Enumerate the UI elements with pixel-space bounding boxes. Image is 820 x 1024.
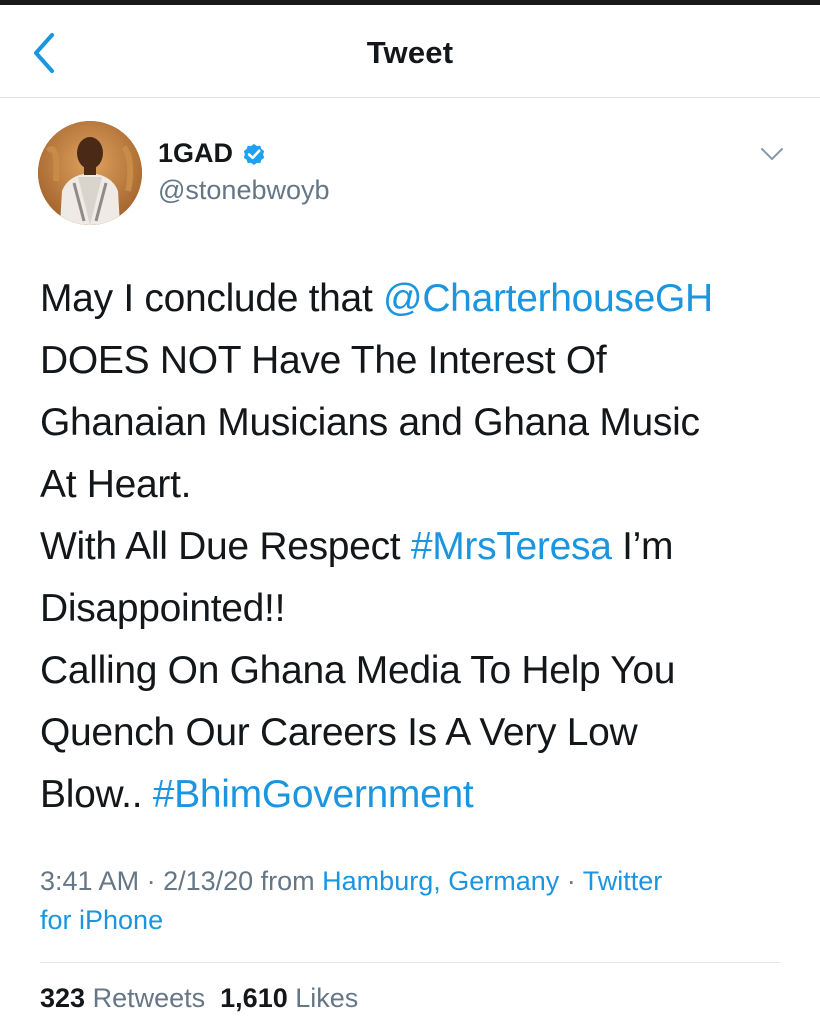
page-title: Tweet <box>366 35 454 70</box>
verified-badge-icon <box>243 143 265 165</box>
retweets-stat[interactable]: 323 Retweets <box>40 983 205 1013</box>
author-handle[interactable]: @stonebwoyb <box>158 175 330 206</box>
tweet-line: Blow.. #BhimGovernment <box>40 773 474 816</box>
likes-stat[interactable]: 1,610 Likes <box>220 983 358 1013</box>
tweet-line: Ghanaian Musicians and Ghana Music <box>40 401 700 444</box>
tweet-body: May I conclude that @CharterhouseGH DOES… <box>40 268 810 826</box>
navigation-header: Tweet <box>0 5 820 98</box>
tweet-stats: 323 Retweets 1,610 Likes <box>40 983 358 1014</box>
tweet-time: 3:41 AM <box>40 866 140 896</box>
tweet-menu-button[interactable] <box>756 140 788 168</box>
divider <box>40 962 780 963</box>
mention-link[interactable]: @CharterhouseGH <box>383 277 713 320</box>
avatar-photo <box>38 121 142 225</box>
source-link[interactable]: Twitter <box>583 866 663 896</box>
tweet-line: Disappointed!! <box>40 587 286 630</box>
source-link-continued[interactable]: for iPhone <box>40 905 163 935</box>
tweet-line: Quench Our Careers Is A Very Low <box>40 711 638 754</box>
tweet-date: 2/13/20 <box>163 866 254 896</box>
hashtag-link[interactable]: #MrsTeresa <box>411 525 612 568</box>
tweet-line: May I conclude that @CharterhouseGH <box>40 277 713 320</box>
location-link[interactable]: Hamburg, Germany <box>322 866 559 896</box>
hashtag-link[interactable]: #BhimGovernment <box>153 773 474 816</box>
tweet-line: DOES NOT Have The Interest Of <box>40 339 607 382</box>
tweet-line: Calling On Ghana Media To Help You <box>40 649 676 692</box>
avatar[interactable] <box>38 121 142 225</box>
chevron-down-icon <box>761 148 783 160</box>
tweet-metadata: 3:41 AM · 2/13/20 from Hamburg, Germany … <box>40 866 663 935</box>
author-name-row[interactable]: 1GAD <box>158 138 267 169</box>
tweet-line: With All Due Respect #MrsTeresa I’m <box>40 525 674 568</box>
tweet-line: At Heart. <box>40 463 192 506</box>
author-display-name: 1GAD <box>158 138 234 168</box>
